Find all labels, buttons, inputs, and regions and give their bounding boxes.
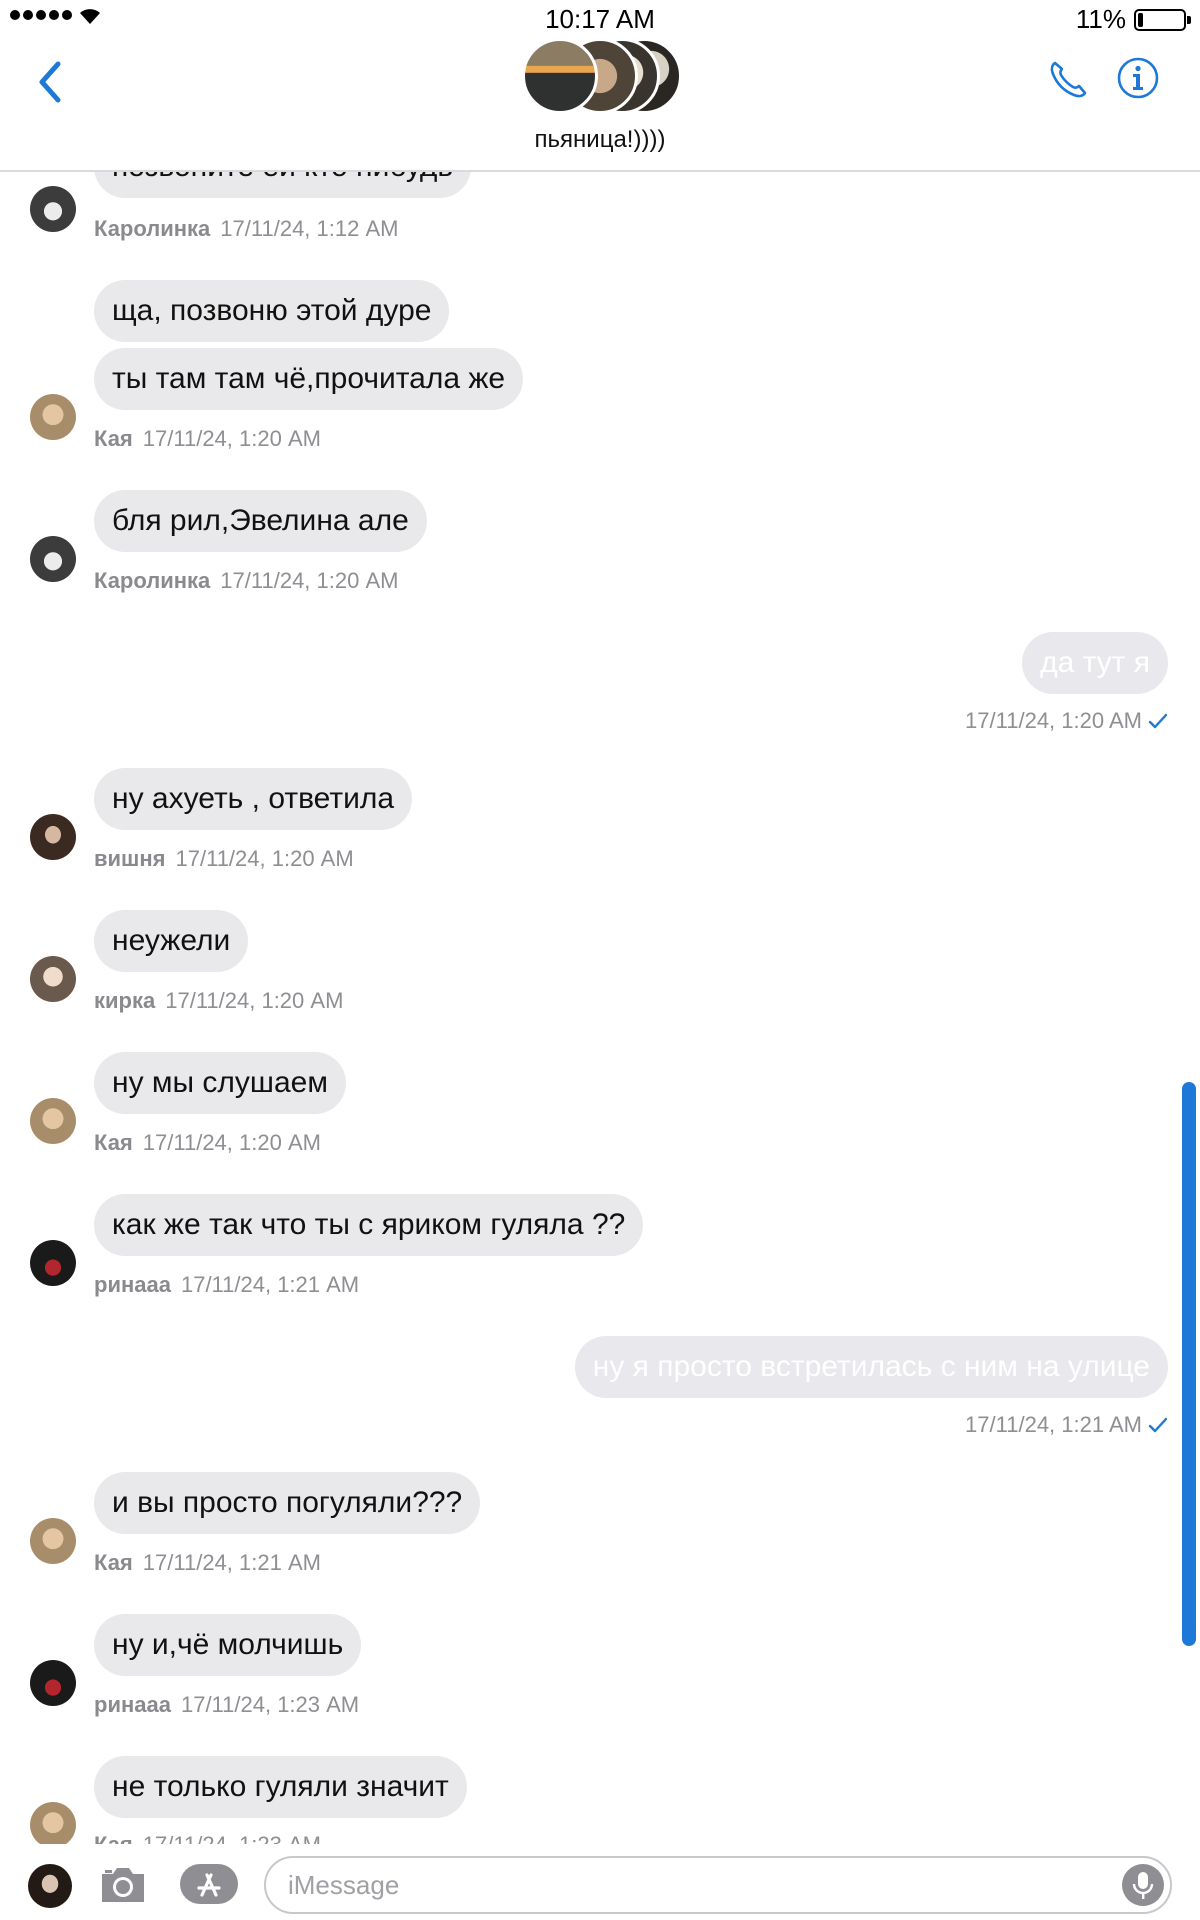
message-bubble[interactable]: ща, позвоню этой дуре xyxy=(94,280,450,342)
status-bar: 10:17 AM 11% xyxy=(0,0,1200,38)
message-list[interactable]: позвоните ей кто нибудь Каролинка17/11/2… xyxy=(0,172,1200,1844)
read-check-icon xyxy=(1148,1417,1168,1433)
camera-icon[interactable] xyxy=(98,1862,148,1906)
group-title[interactable]: пьяница!)))) xyxy=(0,126,1200,154)
message-meta: ринааа 17/11/24, 1:21 AM xyxy=(94,1272,360,1297)
message-meta: Каролинка 17/11/24, 1:20 AM xyxy=(94,568,399,593)
status-time: 10:17 AM xyxy=(545,4,655,34)
message-meta: 17/11/24, 1:20 AM xyxy=(965,708,1168,734)
avatar xyxy=(30,186,76,232)
message-input[interactable] xyxy=(264,1856,1172,1914)
app-store-icon[interactable] xyxy=(180,1864,238,1904)
message-meta: Кая 17/11/24, 1:21 AM xyxy=(94,1550,321,1575)
phone-icon[interactable] xyxy=(1046,58,1090,102)
message-bubble[interactable]: бля рил,Эвелина але xyxy=(94,490,427,552)
battery-icon xyxy=(1134,9,1191,31)
avatar xyxy=(30,1518,76,1564)
outgoing-message-bubble[interactable]: ну я просто встретилась с ним на улице xyxy=(574,1336,1168,1398)
message-meta: Кая 17/11/24, 1:20 AM xyxy=(94,426,321,451)
info-icon[interactable] xyxy=(1116,56,1160,100)
message-bubble[interactable]: ну мы слушаем xyxy=(94,1052,346,1114)
message-bubble[interactable]: ну ахуеть , ответила xyxy=(94,768,413,830)
message-meta: ринааа 17/11/24, 1:23 AM xyxy=(94,1692,360,1717)
battery-percent: 11% xyxy=(1075,4,1126,34)
message-bubble[interactable]: не только гуляли значит xyxy=(94,1756,467,1818)
back-chevron-icon[interactable] xyxy=(30,52,74,112)
message-bubble[interactable]: ну и,чё молчишь xyxy=(94,1614,362,1676)
conversation-header: пьяница!)))) xyxy=(0,38,1200,172)
compose-bar xyxy=(0,1844,1200,1920)
avatar xyxy=(30,1802,76,1844)
message-meta: кирка 17/11/24, 1:20 AM xyxy=(94,988,344,1013)
avatar xyxy=(522,38,598,114)
message-meta: 17/11/24, 1:21 AM xyxy=(965,1412,1168,1438)
avatar xyxy=(30,956,76,1002)
avatar xyxy=(30,1240,76,1286)
group-avatar-stack[interactable] xyxy=(522,38,682,114)
scroll-indicator[interactable] xyxy=(1182,1082,1196,1646)
avatar xyxy=(30,394,76,440)
avatar xyxy=(30,1660,76,1706)
message-meta: Каролинка 17/11/24, 1:12 AM xyxy=(94,216,399,241)
message-bubble[interactable]: как же так что ты с яриком гуляла ?? xyxy=(94,1194,644,1256)
avatar xyxy=(30,536,76,582)
message-bubble[interactable]: неужели xyxy=(94,910,249,972)
avatar[interactable] xyxy=(28,1864,72,1908)
avatar xyxy=(30,1098,76,1144)
outgoing-message-bubble[interactable]: да тут я xyxy=(1022,632,1168,694)
message-meta: Кая 17/11/24, 1:20 AM xyxy=(94,1130,321,1155)
message-meta: вишня 17/11/24, 1:20 AM xyxy=(94,846,354,871)
message-bubble[interactable]: ты там там чё,прочитала же xyxy=(94,348,524,410)
avatar xyxy=(30,814,76,860)
message-meta: Кая17/11/24, 1:23 AM xyxy=(94,1832,321,1844)
microphone-icon[interactable] xyxy=(1122,1864,1164,1906)
message-bubble[interactable]: и вы просто погуляли??? xyxy=(94,1472,481,1534)
read-check-icon xyxy=(1148,713,1168,729)
message-bubble[interactable]: позвоните ей кто нибудь xyxy=(94,172,472,198)
